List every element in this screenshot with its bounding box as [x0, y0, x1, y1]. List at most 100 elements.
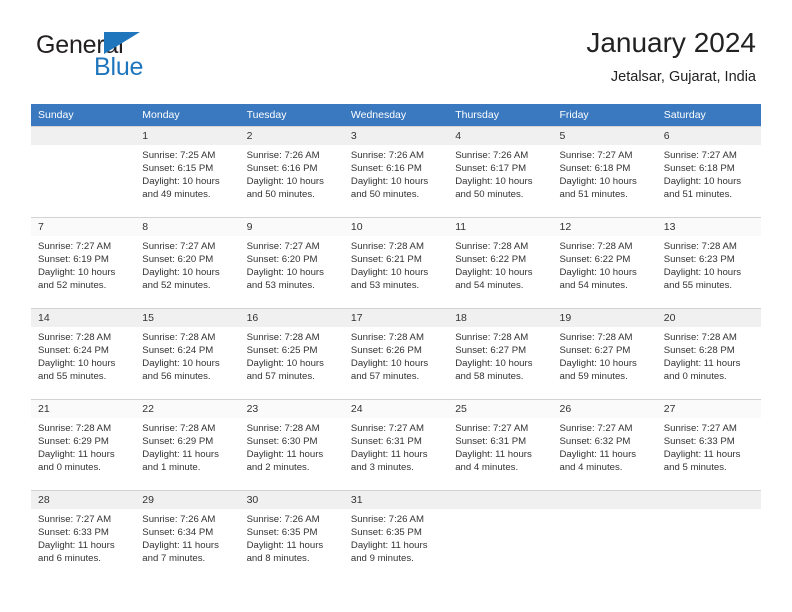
day-details: Sunrise: 7:28 AM Sunset: 6:26 PM Daylight:… — [344, 327, 448, 383]
sunrise-text: Sunrise: 7:26 AM — [142, 514, 216, 525]
day-cell[interactable]: 24 Sunrise: 7:27 AM Sunset: 6:31 PM Dayligh… — [343, 399, 449, 489]
day-number: 22 — [135, 400, 240, 418]
day-cell[interactable]: 30 Sunrise: 7:26 AM Sunset: 6:35 PM Dayligh… — [239, 490, 344, 580]
daylight-text-line1: Daylight: 10 hours — [663, 176, 742, 187]
calendar-cell[interactable]: 11 Sunrise: 7:28 AM Sunset: 6:22 PM Dayligh… — [448, 216, 553, 308]
day-details: Sunrise: 7:26 AM Sunset: 6:17 PM Daylight:… — [448, 145, 552, 201]
day-cell[interactable]: 17 Sunrise: 7:28 AM Sunset: 6:26 PM Dayligh… — [343, 308, 449, 398]
day-cell[interactable]: 14 Sunrise: 7:28 AM Sunset: 6:24 PM Dayligh… — [31, 308, 136, 398]
sunrise-text: Sunrise: 7:28 AM — [350, 332, 424, 343]
calendar-cell[interactable]: 22 Sunrise: 7:28 AM Sunset: 6:29 PM Dayligh… — [135, 398, 240, 490]
sunset-text: Sunset: 6:35 PM — [246, 527, 318, 538]
day-cell[interactable]: 1 Sunrise: 7:25 AM Sunset: 6:15 PM Daylight… — [135, 126, 240, 216]
daylight-text-line2: and 0 minutes. — [38, 462, 101, 473]
daylight-text-line2: and 54 minutes. — [559, 280, 628, 291]
calendar-cell[interactable]: 25 Sunrise: 7:27 AM Sunset: 6:31 PM Dayligh… — [448, 398, 553, 490]
day-cell[interactable]: 4 Sunrise: 7:26 AM Sunset: 6:17 PM Daylight… — [448, 126, 553, 216]
calendar-cell[interactable]: 16 Sunrise: 7:28 AM Sunset: 6:25 PM Dayligh… — [239, 307, 344, 399]
calendar-cell[interactable]: 20 Sunrise: 7:28 AM Sunset: 6:28 PM Dayligh… — [656, 307, 762, 399]
day-cell[interactable]: 16 Sunrise: 7:28 AM Sunset: 6:25 PM Dayligh… — [239, 308, 344, 398]
calendar-cell[interactable]: 12 Sunrise: 7:28 AM Sunset: 6:22 PM Dayligh… — [552, 216, 657, 308]
sunrise-text: Sunrise: 7:27 AM — [142, 241, 216, 252]
calendar-cell[interactable]: 8 Sunrise: 7:27 AM Sunset: 6:20 PM Daylight… — [135, 216, 240, 308]
day-cell[interactable]: 29 Sunrise: 7:26 AM Sunset: 6:34 PM Dayligh… — [135, 490, 240, 580]
calendar-cell[interactable]: 31 Sunrise: 7:26 AM Sunset: 6:35 PM Dayligh… — [343, 489, 449, 581]
day-number: 11 — [448, 218, 553, 236]
sunrise-text: Sunrise: 7:26 AM — [350, 514, 424, 525]
calendar-week-row: 14 Sunrise: 7:28 AM Sunset: 6:24 PM Dayligh… — [31, 307, 762, 399]
day-details: Sunrise: 7:28 AM Sunset: 6:21 PM Daylight:… — [344, 236, 448, 292]
day-cell[interactable]: 26 Sunrise: 7:27 AM Sunset: 6:32 PM Dayligh… — [552, 399, 657, 489]
calendar-cell[interactable]: 7 Sunrise: 7:27 AM Sunset: 6:19 PM Daylight… — [31, 216, 136, 308]
day-details: Sunrise: 7:28 AM Sunset: 6:30 PM Daylight:… — [240, 418, 344, 474]
calendar-cell[interactable]: 3 Sunrise: 7:26 AM Sunset: 6:16 PM Daylight… — [343, 126, 449, 217]
day-number: 29 — [135, 491, 240, 509]
calendar-cell[interactable]: 18 Sunrise: 7:28 AM Sunset: 6:27 PM Dayligh… — [448, 307, 553, 399]
day-cell[interactable]: 6 Sunrise: 7:27 AM Sunset: 6:18 PM Daylight… — [656, 126, 762, 216]
day-cell[interactable]: 15 Sunrise: 7:28 AM Sunset: 6:24 PM Dayligh… — [135, 308, 240, 398]
day-cell-empty — [552, 490, 657, 580]
day-cell[interactable]: 27 Sunrise: 7:27 AM Sunset: 6:33 PM Dayligh… — [656, 399, 762, 489]
calendar-cell[interactable]: 23 Sunrise: 7:28 AM Sunset: 6:30 PM Dayligh… — [239, 398, 344, 490]
day-cell[interactable]: 19 Sunrise: 7:28 AM Sunset: 6:27 PM Dayligh… — [552, 308, 657, 398]
daylight-text-line2: and 8 minutes. — [246, 553, 310, 564]
day-cell[interactable]: 5 Sunrise: 7:27 AM Sunset: 6:18 PM Daylight… — [552, 126, 657, 216]
day-cell[interactable]: 25 Sunrise: 7:27 AM Sunset: 6:31 PM Dayligh… — [448, 399, 553, 489]
day-details: Sunrise: 7:27 AM Sunset: 6:33 PM Daylight:… — [31, 509, 135, 565]
day-cell[interactable]: 11 Sunrise: 7:28 AM Sunset: 6:22 PM Dayligh… — [448, 217, 553, 307]
calendar-cell[interactable]: 24 Sunrise: 7:27 AM Sunset: 6:31 PM Dayligh… — [343, 398, 449, 490]
calendar-cell[interactable]: 17 Sunrise: 7:28 AM Sunset: 6:26 PM Dayligh… — [343, 307, 449, 399]
day-cell[interactable]: 10 Sunrise: 7:28 AM Sunset: 6:21 PM Dayligh… — [343, 217, 449, 307]
day-details: Sunrise: 7:28 AM Sunset: 6:29 PM Daylight:… — [31, 418, 135, 474]
day-details: Sunrise: 7:27 AM Sunset: 6:31 PM Daylight:… — [448, 418, 552, 474]
day-cell[interactable]: 31 Sunrise: 7:26 AM Sunset: 6:35 PM Dayligh… — [343, 490, 449, 580]
daylight-text-line2: and 3 minutes. — [350, 462, 414, 473]
day-cell[interactable]: 2 Sunrise: 7:26 AM Sunset: 6:16 PM Daylight… — [239, 126, 344, 216]
calendar-cell[interactable]: 14 Sunrise: 7:28 AM Sunset: 6:24 PM Dayligh… — [31, 307, 136, 399]
sunset-text: Sunset: 6:20 PM — [142, 254, 214, 265]
day-number — [31, 127, 136, 145]
day-cell[interactable]: 8 Sunrise: 7:27 AM Sunset: 6:20 PM Daylight… — [135, 217, 240, 307]
day-cell[interactable]: 18 Sunrise: 7:28 AM Sunset: 6:27 PM Dayligh… — [448, 308, 553, 398]
sunset-text: Sunset: 6:21 PM — [350, 254, 422, 265]
calendar-cell[interactable]: 27 Sunrise: 7:27 AM Sunset: 6:33 PM Dayligh… — [656, 398, 762, 490]
calendar-cell[interactable]: 10 Sunrise: 7:28 AM Sunset: 6:21 PM Dayligh… — [343, 216, 449, 308]
day-cell[interactable]: 23 Sunrise: 7:28 AM Sunset: 6:30 PM Dayligh… — [239, 399, 344, 489]
daylight-text-line2: and 59 minutes. — [559, 371, 628, 382]
sunrise-text: Sunrise: 7:28 AM — [38, 423, 112, 434]
calendar-cell[interactable]: 9 Sunrise: 7:27 AM Sunset: 6:20 PM Daylight… — [239, 216, 344, 308]
day-cell[interactable]: 20 Sunrise: 7:28 AM Sunset: 6:28 PM Dayligh… — [656, 308, 762, 398]
day-details: Sunrise: 7:28 AM Sunset: 6:24 PM Daylight:… — [31, 327, 135, 383]
calendar-cell[interactable]: 4 Sunrise: 7:26 AM Sunset: 6:17 PM Daylight… — [448, 126, 553, 217]
day-cell[interactable]: 22 Sunrise: 7:28 AM Sunset: 6:29 PM Dayligh… — [135, 399, 240, 489]
brand-logo[interactable]: General Blue — [36, 26, 216, 92]
day-cell[interactable]: 12 Sunrise: 7:28 AM Sunset: 6:22 PM Dayligh… — [552, 217, 657, 307]
calendar-cell[interactable]: 19 Sunrise: 7:28 AM Sunset: 6:27 PM Dayligh… — [552, 307, 657, 399]
daylight-text-line1: Daylight: 11 hours — [455, 449, 532, 460]
calendar-cell — [656, 489, 762, 581]
calendar-cell[interactable]: 29 Sunrise: 7:26 AM Sunset: 6:34 PM Dayligh… — [135, 489, 240, 581]
day-cell[interactable]: 3 Sunrise: 7:26 AM Sunset: 6:16 PM Daylight… — [343, 126, 449, 216]
sunset-text: Sunset: 6:29 PM — [38, 436, 109, 447]
sunset-text: Sunset: 6:20 PM — [246, 254, 318, 265]
calendar-cell[interactable]: 15 Sunrise: 7:28 AM Sunset: 6:24 PM Dayligh… — [135, 307, 240, 399]
calendar-cell[interactable]: 26 Sunrise: 7:27 AM Sunset: 6:32 PM Dayligh… — [552, 398, 657, 490]
calendar-cell[interactable]: 5 Sunrise: 7:27 AM Sunset: 6:18 PM Daylight… — [552, 126, 657, 217]
day-cell[interactable]: 7 Sunrise: 7:27 AM Sunset: 6:19 PM Daylight… — [31, 217, 136, 307]
sunrise-text: Sunrise: 7:27 AM — [350, 423, 424, 434]
calendar-cell[interactable]: 2 Sunrise: 7:26 AM Sunset: 6:16 PM Daylight… — [239, 126, 344, 217]
day-cell[interactable]: 13 Sunrise: 7:28 AM Sunset: 6:23 PM Dayligh… — [656, 217, 762, 307]
calendar-cell[interactable]: 6 Sunrise: 7:27 AM Sunset: 6:18 PM Daylight… — [656, 126, 762, 217]
day-details: Sunrise: 7:27 AM Sunset: 6:19 PM Daylight:… — [31, 236, 135, 292]
sunrise-text: Sunrise: 7:27 AM — [663, 150, 737, 161]
day-cell[interactable]: 9 Sunrise: 7:27 AM Sunset: 6:20 PM Daylight… — [239, 217, 344, 307]
day-cell[interactable]: 28 Sunrise: 7:27 AM Sunset: 6:33 PM Dayligh… — [31, 490, 136, 580]
daylight-text-line1: Daylight: 10 hours — [142, 267, 220, 278]
calendar-cell[interactable]: 13 Sunrise: 7:28 AM Sunset: 6:23 PM Dayligh… — [656, 216, 762, 308]
calendar-cell[interactable]: 30 Sunrise: 7:26 AM Sunset: 6:35 PM Dayligh… — [239, 489, 344, 581]
day-cell[interactable]: 21 Sunrise: 7:28 AM Sunset: 6:29 PM Dayligh… — [31, 399, 136, 489]
calendar-cell[interactable]: 28 Sunrise: 7:27 AM Sunset: 6:33 PM Dayligh… — [31, 489, 136, 581]
daylight-text-line1: Daylight: 11 hours — [246, 540, 324, 551]
calendar-cell[interactable]: 1 Sunrise: 7:25 AM Sunset: 6:15 PM Daylight… — [135, 126, 240, 217]
calendar-cell[interactable]: 21 Sunrise: 7:28 AM Sunset: 6:29 PM Dayligh… — [31, 398, 136, 490]
